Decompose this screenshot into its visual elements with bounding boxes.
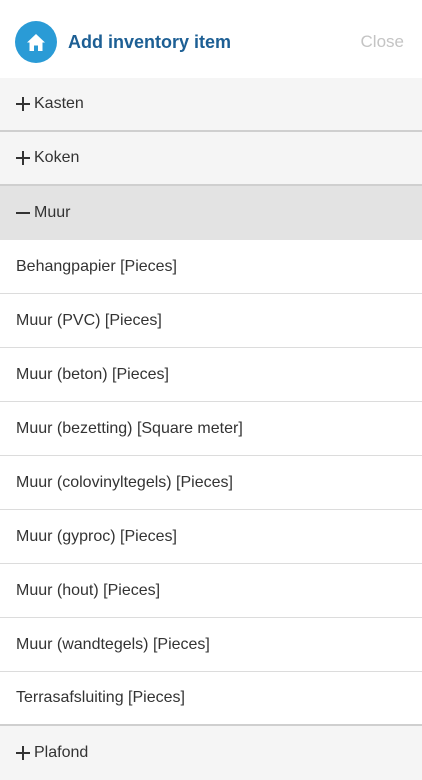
list-item[interactable]: Muur (bezetting) [Square meter]	[0, 402, 422, 456]
group-label: Muur	[34, 204, 71, 221]
list-item[interactable]: Muur (wandtegels) [Pieces]	[0, 618, 422, 672]
list-item[interactable]: Muur (beton) [Pieces]	[0, 348, 422, 402]
minus-icon	[16, 206, 30, 220]
group-label: Plafond	[34, 744, 89, 761]
list-item[interactable]: Muur (PVC) [Pieces]	[0, 294, 422, 348]
list-item[interactable]: Muur (hout) [Pieces]	[0, 564, 422, 618]
list-item[interactable]: Behangpapier [Pieces]	[0, 240, 422, 294]
group-plafond[interactable]: Plafond	[0, 726, 422, 780]
close-button[interactable]: Close	[361, 31, 404, 53]
group-muur[interactable]: Muur	[0, 186, 422, 240]
header: Add inventory item Close	[0, 0, 422, 82]
list-item[interactable]: Muur (gyproc) [Pieces]	[0, 510, 422, 564]
plus-icon	[16, 746, 30, 760]
group-kasten[interactable]: Kasten	[0, 78, 422, 132]
inventory-list: Kasten Koken Muur Behangpapier [Pieces] …	[0, 78, 422, 780]
plus-icon	[16, 151, 30, 165]
home-button[interactable]	[15, 21, 57, 63]
group-koken[interactable]: Koken	[0, 132, 422, 186]
home-icon	[27, 33, 45, 51]
page-title: Add inventory item	[68, 32, 232, 52]
list-item[interactable]: Terrasafsluiting [Pieces]	[0, 672, 422, 726]
group-label: Kasten	[34, 95, 84, 112]
list-item[interactable]: Muur (colovinyltegels) [Pieces]	[0, 456, 422, 510]
group-label: Koken	[34, 149, 80, 166]
plus-icon	[16, 97, 30, 111]
